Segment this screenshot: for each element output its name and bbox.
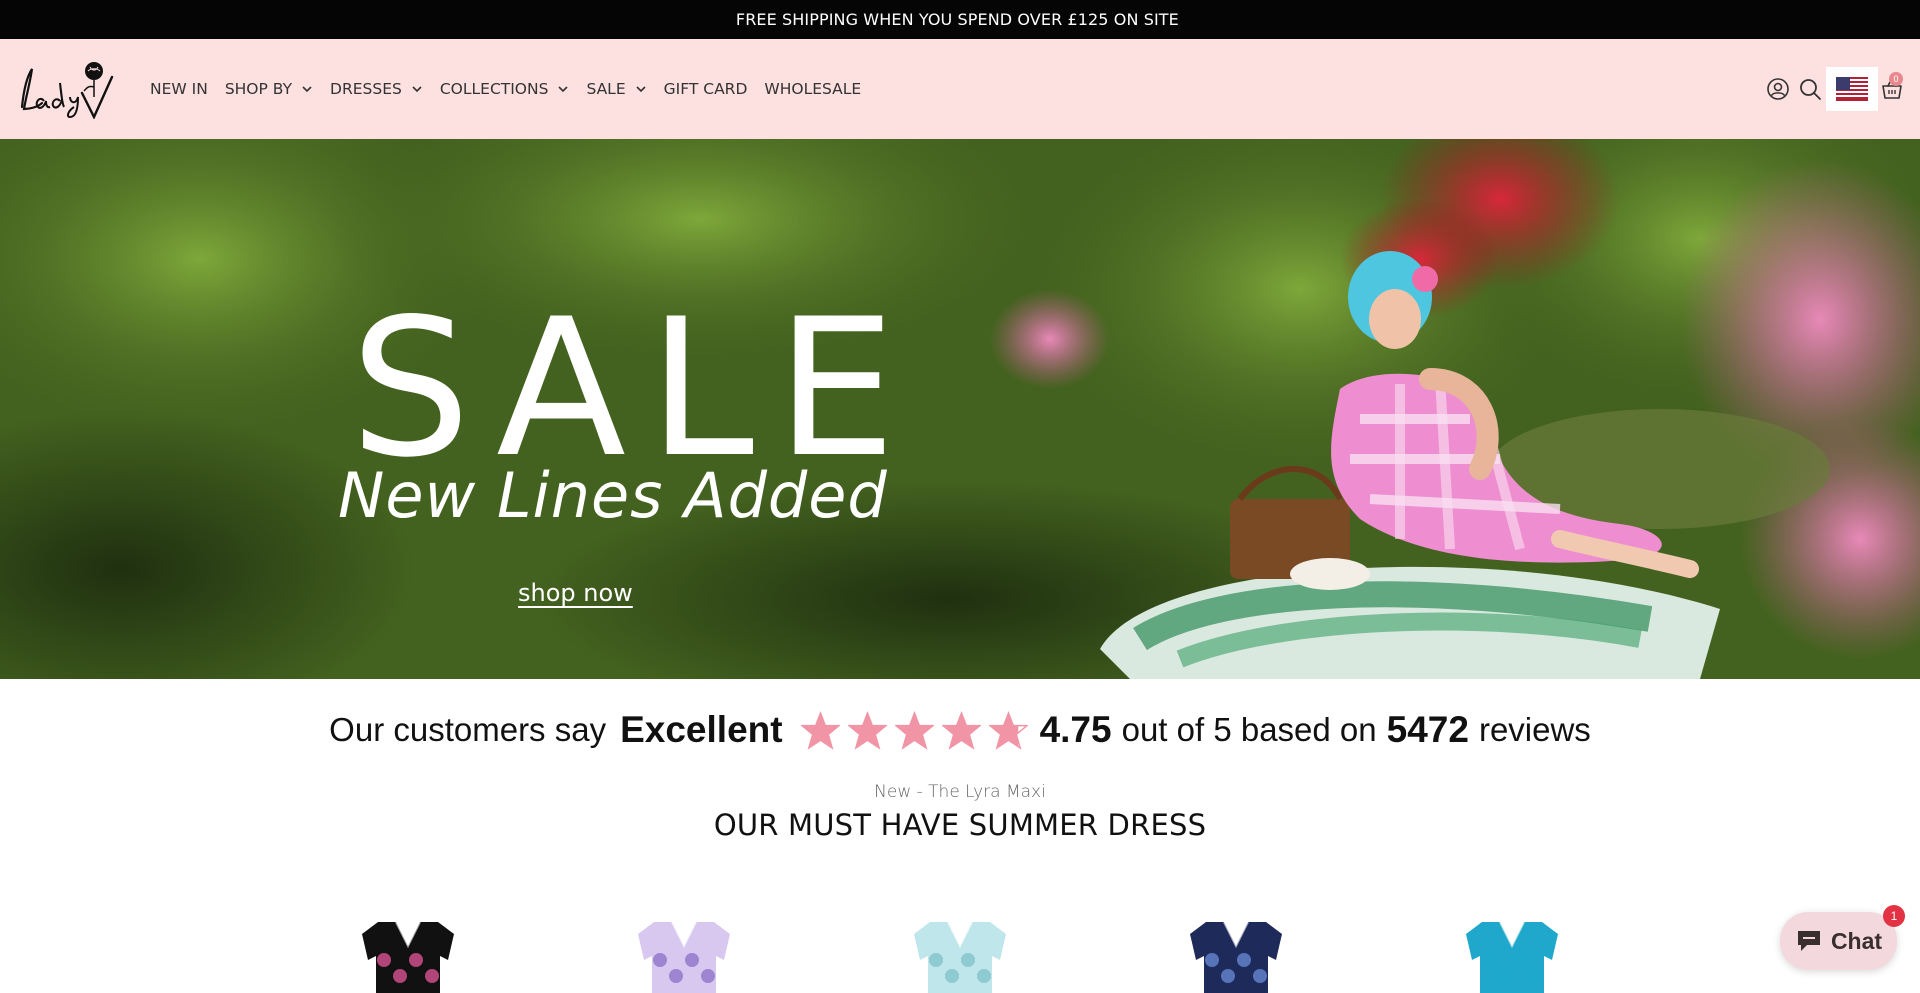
product-dress-image [638,921,730,993]
nav-wholesale[interactable]: WHOLESALE [764,80,861,98]
country-selector[interactable] [1826,67,1878,111]
section-title: OUR MUST HAVE SUMMER DRESS [713,808,1207,842]
hero-headline: SALE [350,278,919,499]
nav-label: DRESSES [330,80,402,98]
hero-background-image [0,139,1920,679]
product-dress-image [362,921,454,993]
reviews-middle: out of 5 based on [1121,711,1377,748]
product-carousel [0,920,1920,993]
chevron-down-icon [412,86,422,93]
star-icon [847,710,887,750]
product-dress-image [1466,921,1558,993]
nav-collections[interactable]: COLLECTIONS [440,80,570,98]
nav-dresses[interactable]: DRESSES [330,80,423,98]
product-card[interactable] [910,920,1010,993]
announcement-bar: FREE SHIPPING WHEN YOU SPEND OVER £125 O… [0,0,1920,39]
nav-label: GIFT CARD [663,80,748,98]
site-header: NEW IN SHOP BY DRESSES COLLECTIONS SALE … [0,39,1920,139]
chat-label: Chat [1830,927,1883,954]
star-icon [800,710,840,750]
reviews-rating-word: Excellent [620,709,783,750]
hero-subheadline: New Lines Added [338,459,888,532]
product-card[interactable] [1462,920,1562,993]
main-nav: NEW IN SHOP BY DRESSES COLLECTIONS SALE … [150,39,878,139]
nav-gift-card[interactable]: GIFT CARD [664,80,748,98]
chevron-down-icon [302,86,312,93]
nav-label: WHOLESALE [764,80,862,98]
reviews-widget[interactable]: Our customers say Excellent 4.75 out of … [0,700,1920,760]
star-icon [988,710,1028,750]
star-rating [800,710,1028,750]
brand-logo[interactable] [14,57,118,120]
search-icon[interactable] [1798,77,1822,101]
chevron-down-icon [558,86,569,93]
product-card[interactable] [634,920,734,993]
reviews-suffix: reviews [1478,711,1591,748]
announcement-text: FREE SHIPPING WHEN YOU SPEND OVER £125 O… [735,10,1185,29]
nav-label: SHOP BY [224,80,293,98]
hero-banner[interactable]: SALE New Lines Added shop now [0,139,1920,679]
us-flag-icon [1836,77,1868,101]
nav-new-in[interactable]: NEW IN [150,80,208,98]
product-card[interactable] [1186,920,1286,993]
reviews-score: 4.75 [1039,709,1112,750]
chevron-down-icon [636,86,646,93]
nav-label: SALE [586,80,626,98]
nav-sale[interactable]: SALE [586,80,646,98]
account-icon[interactable] [1766,77,1790,101]
star-icon [894,710,934,750]
product-dress-image [1190,921,1282,993]
nav-shop-by[interactable]: SHOP BY [225,80,313,98]
nav-label: COLLECTIONS [439,80,549,98]
chat-notification-badge: 1 [1883,905,1905,927]
shop-now-link[interactable]: shop now [518,579,633,607]
star-icon [941,710,981,750]
product-card[interactable] [358,920,458,993]
reviews-count: 5472 [1386,709,1469,750]
cart-count-badge: 0 [1889,72,1903,86]
nav-label: NEW IN [150,80,208,98]
reviews-prefix: Our customers say [329,711,607,748]
product-dress-image [914,921,1006,993]
section-kicker: New - The Lyra Maxi [874,782,1046,802]
chat-bubble-icon [1797,931,1820,951]
chat-button[interactable]: Chat [1780,912,1897,970]
